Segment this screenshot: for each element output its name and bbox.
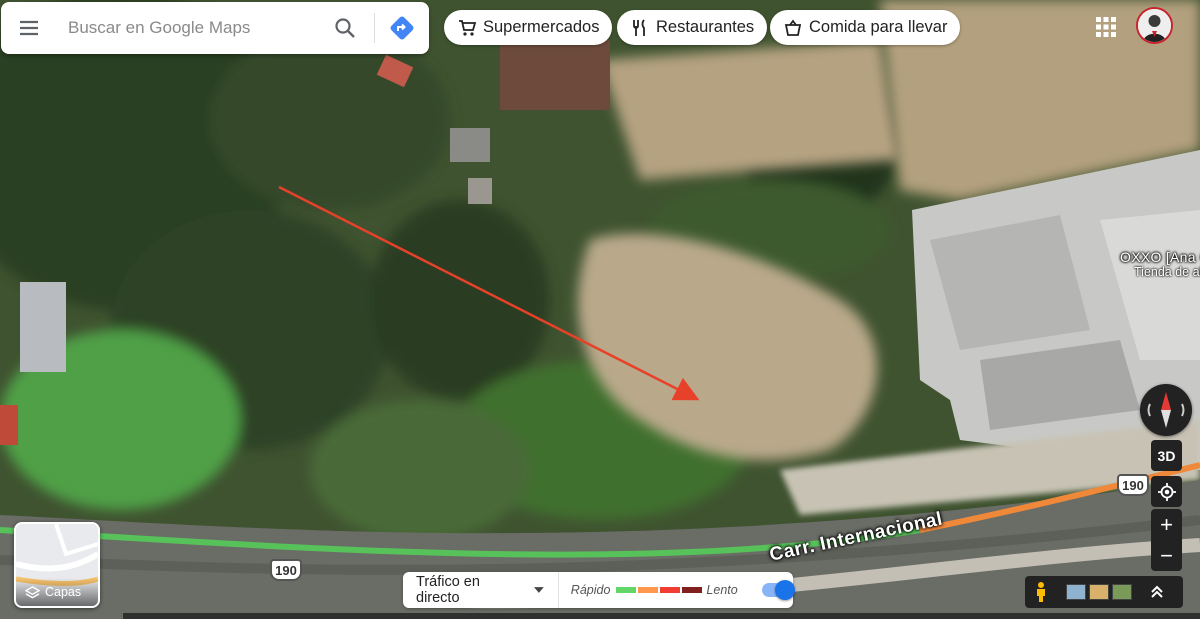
poi-label[interactable]: OXXO [Ana C	[1120, 249, 1200, 265]
map-imagery	[0, 0, 1200, 619]
attribution-bar	[123, 613, 1200, 619]
chip-label: Comida para llevar	[809, 18, 948, 36]
chip-label: Restaurantes	[656, 18, 755, 36]
zoom-in-button[interactable]: +	[1151, 509, 1182, 540]
traffic-swatch-medium	[638, 587, 659, 593]
traffic-panel: Tráfico en directo Rápido Lento	[403, 572, 795, 608]
imagery-bar	[1025, 576, 1183, 608]
directions-icon	[390, 16, 414, 40]
imagery-thumb-satellite[interactable]	[1112, 584, 1132, 600]
traffic-swatch-slow	[660, 587, 681, 593]
traffic-fast-label: Rápido	[570, 583, 611, 597]
takeout-bag-icon	[782, 17, 804, 39]
menu-icon	[20, 20, 38, 36]
toggle-knob	[775, 580, 795, 600]
my-location-button[interactable]	[1151, 476, 1182, 507]
search-box	[1, 2, 429, 54]
traffic-slow-label: Lento	[706, 583, 738, 597]
imagery-thumb-terrain[interactable]	[1089, 584, 1109, 600]
menu-button[interactable]	[1, 2, 57, 54]
avatar-image	[1138, 9, 1171, 42]
layers-label: Capas	[45, 585, 82, 599]
pegman-icon[interactable]	[1031, 581, 1051, 603]
chip-supermercados[interactable]: Supermercados	[444, 10, 613, 45]
search-button[interactable]	[323, 2, 366, 54]
poi-category: Tienda de al	[1134, 265, 1200, 279]
chevron-down-icon[interactable]	[534, 587, 544, 593]
imagery-thumb-sky[interactable]	[1066, 584, 1086, 600]
compass-button[interactable]	[1140, 384, 1192, 436]
chip-restaurantes[interactable]: Restaurantes	[617, 10, 768, 45]
fork-knife-icon	[629, 17, 651, 39]
traffic-dropdown[interactable]: Tráfico en directo	[416, 574, 525, 606]
traffic-legend: Rápido Lento	[571, 583, 738, 597]
zoom-controls: + −	[1151, 509, 1182, 571]
search-input[interactable]	[68, 18, 310, 38]
directions-button[interactable]	[375, 2, 429, 54]
traffic-toggle[interactable]	[761, 580, 795, 600]
shopping-cart-icon	[456, 17, 478, 39]
zoom-out-button[interactable]: −	[1151, 540, 1182, 571]
layers-icon	[25, 585, 40, 598]
apps-button[interactable]	[1093, 14, 1119, 40]
traffic-swatch-fast	[616, 587, 637, 593]
apps-grid-icon	[1096, 17, 1116, 37]
expand-up-icon[interactable]	[1150, 584, 1164, 600]
traffic-divider	[557, 572, 559, 608]
layers-label-row: Capas	[16, 578, 98, 606]
search-icon	[335, 18, 355, 38]
traffic-swatch-very-slow	[682, 587, 703, 593]
account-avatar[interactable]	[1136, 7, 1173, 44]
route-shield: 190	[1117, 474, 1149, 496]
route-shield: 190	[270, 559, 302, 581]
my-location-icon	[1157, 482, 1176, 501]
chip-label: Supermercados	[483, 18, 600, 36]
layers-button[interactable]: Capas	[14, 522, 100, 608]
satellite-map[interactable]	[0, 0, 1200, 619]
compass-icon	[1147, 392, 1185, 428]
view-3d-button[interactable]: 3D	[1151, 440, 1182, 471]
chip-comida-para-llevar[interactable]: Comida para llevar	[770, 10, 961, 45]
